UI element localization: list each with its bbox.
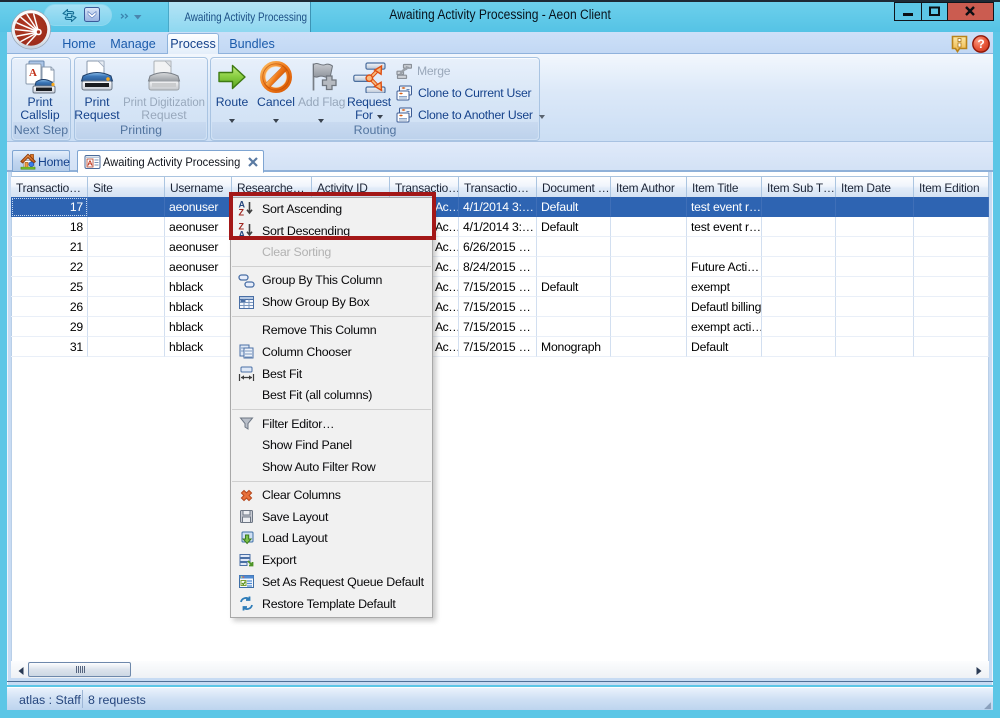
- svg-text:?: ?: [977, 37, 984, 51]
- svg-text:A: A: [87, 159, 93, 168]
- svg-text:A: A: [29, 67, 37, 79]
